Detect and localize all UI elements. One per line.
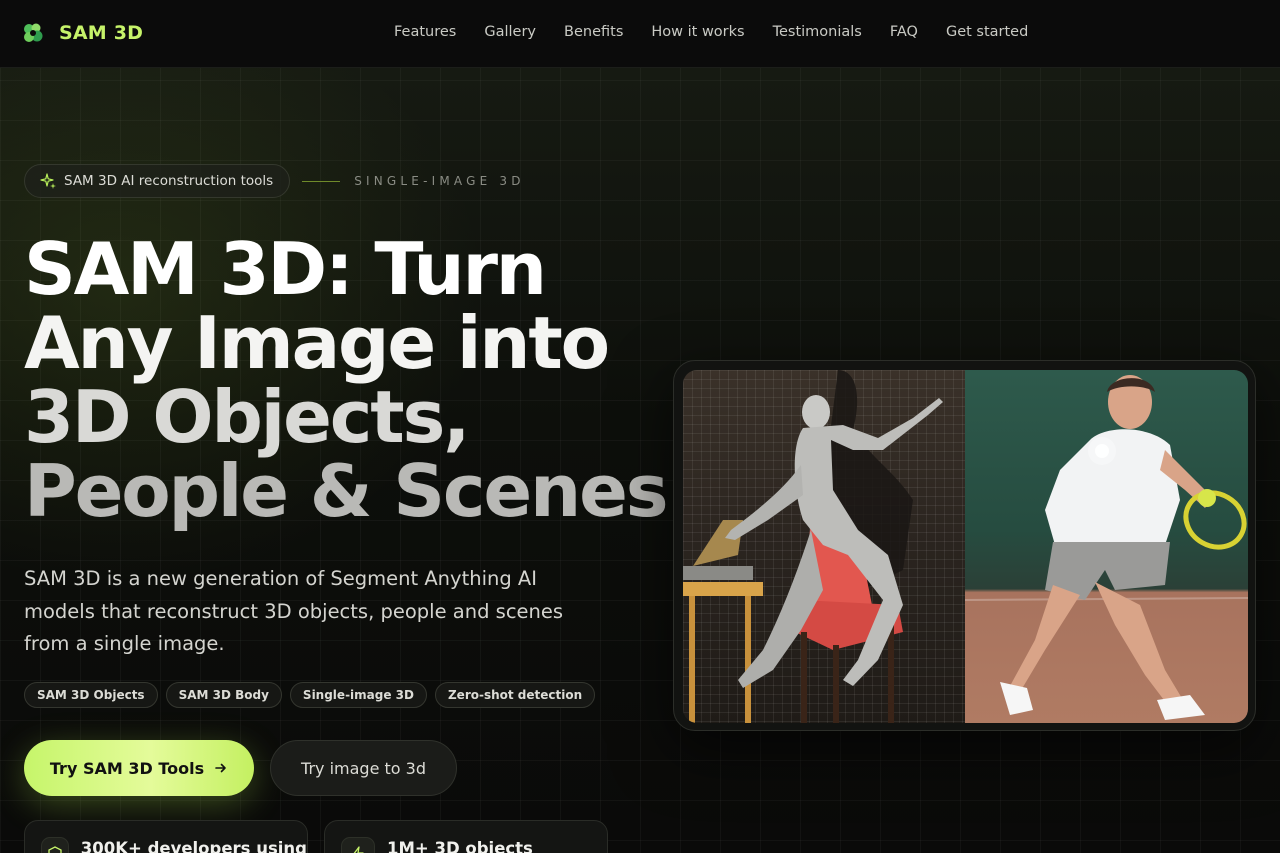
top-navigation: SAM 3D Features Gallery Benefits How it … [0,0,1280,68]
3d-reconstruction-panel [683,370,965,723]
headline-line-2: Any Image into [24,301,610,385]
headline-line-3: 3D Objects, [24,375,470,459]
try-sam3d-tools-button[interactable]: Try SAM 3D Tools [24,740,254,796]
hero-pill-label: SAM 3D AI reconstruction tools [64,173,274,189]
nav-link-testimonials[interactable]: Testimonials [773,24,862,40]
nav-link-features[interactable]: Features [394,24,456,40]
nav-links: Features Gallery Benefits How it works T… [394,24,1056,40]
lightning-icon [341,837,375,853]
brand-name: SAM 3D [59,22,144,44]
shield-icon [41,837,69,853]
stat-card-objects: 1M+ 3D objects [324,820,608,853]
source-photo-panel [965,370,1248,723]
arrow-right-icon [215,763,226,773]
tag-zero-shot-detection: Zero-shot detection [434,682,596,708]
stat-developers-text: 300K+ developers using [80,839,307,853]
tennis-player-photo [965,375,1248,720]
hero-eyebrow: SAM 3D AI reconstruction tools SINGLE-IM… [24,164,525,198]
headline-line-4: People & Scenes [24,449,669,533]
hero-tags: SAM 3D Objects SAM 3D Body Single-image … [24,682,596,708]
nav-link-benefits[interactable]: Benefits [564,24,623,40]
nav-link-faq[interactable]: FAQ [890,24,918,40]
nav-link-get-started[interactable]: Get started [946,24,1028,40]
eyebrow-tag: SINGLE-IMAGE 3D [354,174,525,188]
hero-stats: 300K+ developers using 1M+ 3D objects [24,820,608,853]
reconstruction-illustration [683,370,943,723]
try-image-to-3d-button[interactable]: Try image to 3d [270,740,457,796]
tag-single-image-3d: Single-image 3D [289,682,427,708]
hero-pill: SAM 3D AI reconstruction tools [24,164,291,198]
hero-cta-group: Try SAM 3D Tools Try image to 3d [24,740,457,796]
tag-sam3d-body: SAM 3D Body [165,682,282,708]
headline-line-1: SAM 3D: Turn [24,227,547,311]
tag-sam3d-objects: SAM 3D Objects [24,682,158,708]
hero-media-frame [673,360,1256,731]
before-after-image[interactable] [683,370,1248,723]
nav-link-gallery[interactable]: Gallery [484,24,536,40]
brand-logo[interactable]: SAM 3D [22,22,143,44]
sam3d-logo-icon [24,23,43,42]
nav-link-how-it-works[interactable]: How it works [651,24,744,40]
stat-card-developers: 300K+ developers using [24,820,308,853]
stat-objects-text: 1M+ 3D objects [387,839,533,853]
hero-description: SAM 3D is a new generation of Segment An… [24,567,564,655]
hero-headline: SAM 3D: Turn Any Image into 3D Objects, … [24,227,669,533]
eyebrow-divider [302,180,341,182]
sparkle-icon [40,173,56,189]
try-sam3d-tools-label: Try SAM 3D Tools [49,758,205,778]
